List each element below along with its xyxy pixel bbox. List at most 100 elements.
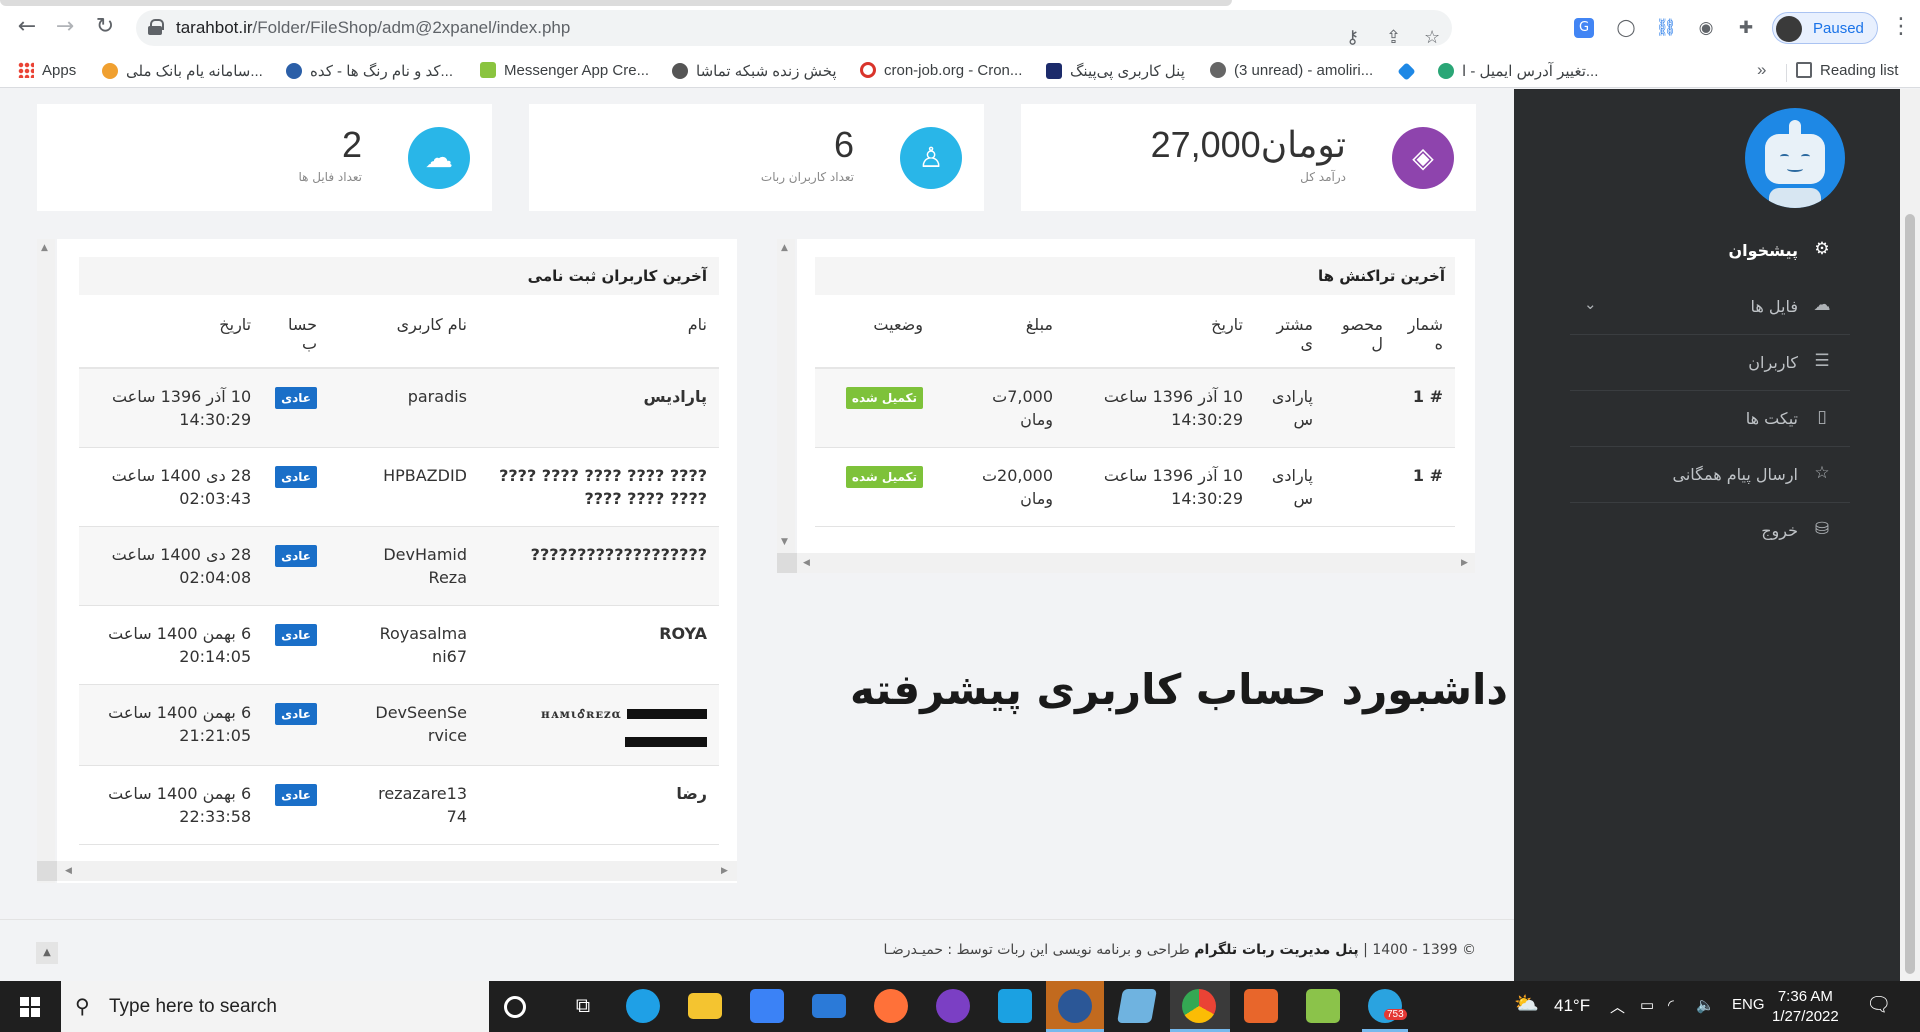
app-icon[interactable] <box>998 989 1032 1023</box>
start-button[interactable] <box>20 997 40 1017</box>
cell-date: 28 دی 1400 ساعت 02:04:08 <box>79 526 264 606</box>
bookmark-5[interactable]: cron-job.org - Cron... <box>860 62 1022 79</box>
cell-status: تکمیل شده <box>815 368 935 448</box>
bookmark-9[interactable]: تغییر آدرس ایمیل - ا... <box>1438 62 1598 80</box>
bookmark-favicon <box>102 63 118 79</box>
share-icon[interactable]: ⇪ <box>1386 27 1401 48</box>
address-bar[interactable]: tarahbot.ir/Folder/FileShop/adm@2xpanel/… <box>136 10 1452 48</box>
bookmark-6[interactable]: پنل کاربری پی‌پینگ <box>1046 62 1185 80</box>
taskbar-search[interactable]: ⚲ Type here to search <box>61 981 489 1032</box>
sidebar-item-broadcast[interactable]: ارسال پیام همگانی ☆ <box>1570 447 1850 503</box>
sidebar-item-dashboard[interactable]: پیشخوان ⚙ <box>1570 223 1850 279</box>
scroll-right-arrow[interactable]: ▶ <box>721 866 728 876</box>
mail-icon[interactable] <box>812 994 846 1018</box>
sidebar-item-logout[interactable]: خروج ⛁ <box>1570 503 1850 559</box>
scrollbar-thumb[interactable] <box>1905 214 1915 974</box>
language-indicator[interactable]: ENG <box>1732 996 1765 1013</box>
chrome-icon[interactable] <box>1182 989 1216 1023</box>
profile-button[interactable]: Paused <box>1772 12 1878 44</box>
bookmark-1[interactable]: سامانه یام بانک ملی... <box>102 62 263 80</box>
ticket-icon: ◈ <box>1392 127 1454 189</box>
table-row: ROYA Royasalma ni67 عادی 6 بهمن 1400 ساع… <box>79 605 719 685</box>
bookmark-favicon <box>860 62 876 78</box>
cell-username: HPBAZDID <box>329 447 479 527</box>
store-icon[interactable] <box>750 989 784 1023</box>
cell-date: 6 بهمن 1400 ساعت 20:14:05 <box>79 605 264 685</box>
page-scrollbar[interactable] <box>1900 89 1920 981</box>
battery-icon[interactable]: ▭ <box>1640 996 1654 1014</box>
transactions-vscroll[interactable]: ▲ ▼ <box>777 239 795 553</box>
scroll-down-arrow[interactable]: ▼ <box>781 537 788 547</box>
scroll-left-arrow[interactable]: ◀ <box>65 866 72 876</box>
chevron-down-icon[interactable]: ⌄ <box>1584 295 1597 313</box>
more-bookmarks-icon[interactable]: » <box>1757 60 1766 80</box>
file-explorer-icon[interactable] <box>688 993 722 1019</box>
back-arrow-icon[interactable]: ← <box>14 14 40 40</box>
notifications-icon[interactable]: 🗨 <box>1866 992 1891 1017</box>
column-header: تاریخ <box>79 301 264 369</box>
stat-value: 6 <box>833 124 854 165</box>
link-icon[interactable]: ⛓ <box>1654 16 1678 40</box>
scroll-right-arrow[interactable]: ▶ <box>1461 558 1468 568</box>
transactions-hscroll[interactable]: ◀ ▶ <box>797 553 1475 573</box>
menu-kebab-icon[interactable]: ⋮ <box>1890 14 1912 39</box>
scroll-corner <box>37 861 57 881</box>
scroll-corner <box>777 553 797 573</box>
key-icon[interactable]: ⚷ <box>1346 27 1359 48</box>
cloud-icon: ☁ <box>1813 295 1831 315</box>
wifi-icon[interactable]: ◜ <box>1668 996 1674 1014</box>
scroll-up-arrow[interactable]: ▲ <box>781 243 788 253</box>
weather-temp[interactable]: 41°F <box>1554 996 1590 1016</box>
notepadpp-icon[interactable] <box>1306 989 1340 1023</box>
bookmark-7[interactable]: (3 unread) - amoliri... <box>1210 62 1373 79</box>
reload-icon[interactable]: ↻ <box>92 14 118 40</box>
user-icon: ♙ <box>900 127 962 189</box>
sidebar-item-users[interactable]: کاربران ☰ <box>1570 335 1850 391</box>
stat-label: تعداد فایل ها <box>298 170 362 184</box>
cell-name: پارادیس <box>479 368 719 448</box>
scroll-left-arrow[interactable]: ◀ <box>803 558 810 568</box>
volume-icon[interactable]: 🔈 <box>1696 996 1715 1014</box>
weather-icon[interactable]: ⛅ <box>1514 991 1539 1016</box>
extensions-icon[interactable]: ✚ <box>1734 16 1758 40</box>
translate-icon[interactable]: G <box>1574 18 1594 38</box>
scroll-up-arrow[interactable]: ▲ <box>41 243 48 253</box>
edge-icon[interactable] <box>626 989 660 1023</box>
lock-icon[interactable] <box>148 19 164 35</box>
task-view-icon[interactable]: ⧉ <box>566 989 600 1023</box>
firefox-icon[interactable] <box>874 989 908 1023</box>
bookmark-2[interactable]: کد و نام رنگ ها - کده... <box>286 62 453 80</box>
bookmark-favicon <box>480 62 496 78</box>
users-vscroll[interactable]: ▲ ▼ <box>37 239 55 883</box>
users-hscroll[interactable]: ◀ ▶ <box>57 861 737 881</box>
sidebar-item-tickets[interactable]: تیکت ها ▯ <box>1570 391 1850 447</box>
tray-chevron-icon[interactable]: ︿ <box>1610 996 1625 1017</box>
sidebar-item-label: کاربران <box>1748 353 1798 372</box>
camera-icon[interactable]: ◉ <box>1694 16 1718 40</box>
panel-title: آخرین تراکنش ها <box>1317 267 1445 285</box>
word-icon[interactable] <box>1058 989 1092 1023</box>
search-placeholder: Type here to search <box>109 996 277 1017</box>
forward-arrow-icon[interactable]: → <box>52 14 78 40</box>
bookmark-4[interactable]: پخش زنده شبکه تماشا <box>672 62 837 80</box>
stat-card-users: ♙ 6 تعداد کاربران ربات <box>529 104 984 211</box>
bookmark-3[interactable]: Messenger App Cre... <box>480 62 649 79</box>
notepad-icon[interactable] <box>1117 989 1157 1023</box>
back-to-top-button[interactable]: ▲ <box>36 942 58 964</box>
url-text[interactable]: tarahbot.ir/Folder/FileShop/adm@2xpanel/… <box>176 18 570 38</box>
bookmark-apps[interactable]: Apps <box>18 62 76 79</box>
star-bookmark-icon[interactable]: ☆ <box>1424 27 1440 48</box>
mouse-icon[interactable]: ◯ <box>1614 16 1638 40</box>
browser-icon[interactable] <box>936 989 970 1023</box>
design-app-icon[interactable] <box>1244 989 1278 1023</box>
page-content: ◈ 27,000تومان درآمد کل ♙ 6 تعداد کاربران… <box>0 89 1920 981</box>
transactions-table: شمار ه محصو ل مشتر ی تاریخ مبلغ وضعیت # … <box>815 301 1455 527</box>
sidebar-item-label: خروج <box>1761 521 1798 540</box>
bookmark-8[interactable] <box>1397 62 1421 81</box>
cortana-icon[interactable] <box>504 996 526 1018</box>
sidebar-item-files[interactable]: ⌄ فایل ها ☁ <box>1570 279 1850 335</box>
reading-list[interactable]: Reading list <box>1796 62 1898 79</box>
tab-strip-edge <box>0 0 1232 6</box>
cell-amount: 20,000ت ومان <box>935 447 1065 527</box>
system-clock[interactable]: 7:36 AM 1/27/2022 <box>1772 987 1839 1027</box>
